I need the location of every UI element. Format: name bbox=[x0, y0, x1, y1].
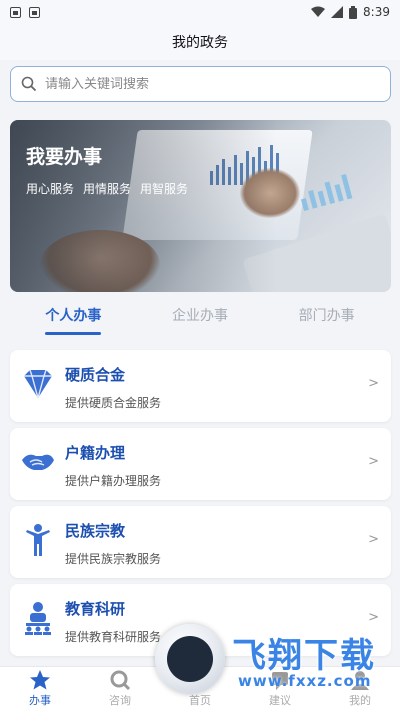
watermark: 飞翔下载 www.fxxz.com bbox=[150, 622, 400, 702]
search-input[interactable] bbox=[45, 76, 380, 92]
tab-enterprise[interactable]: 企业办事 bbox=[172, 301, 228, 329]
signal-icon bbox=[331, 6, 344, 18]
handshake-icon bbox=[22, 454, 54, 470]
battery-icon bbox=[349, 5, 358, 19]
image-notification-icon bbox=[10, 6, 21, 18]
banner-tag: 用情服务 bbox=[83, 182, 132, 196]
banner-tag: 用智服务 bbox=[140, 182, 189, 196]
service-title: 民族宗教 bbox=[65, 522, 126, 540]
service-title: 户籍办理 bbox=[65, 444, 126, 462]
service-list: 硬质合金 提供硬质合金服务 > 户籍办理 提供户籍办理服务 > 民族宗教 提供民… bbox=[10, 350, 391, 662]
service-item-carbide[interactable]: 硬质合金 提供硬质合金服务 > bbox=[10, 350, 391, 422]
person-icon bbox=[26, 524, 50, 556]
app-notification-icon bbox=[29, 6, 40, 18]
service-title: 硬质合金 bbox=[65, 366, 126, 384]
notification-icons bbox=[10, 6, 40, 18]
chevron-right-icon: > bbox=[368, 532, 379, 547]
watermark-url: www.fxxz.com bbox=[238, 672, 372, 690]
service-desc: 提供民族宗教服务 bbox=[65, 552, 162, 566]
service-desc: 提供硬质合金服务 bbox=[65, 396, 162, 410]
service-item-household[interactable]: 户籍办理 提供户籍办理服务 > bbox=[10, 428, 391, 500]
banner-tags: 用心服务 用情服务 用智服务 bbox=[26, 180, 188, 197]
teacher-icon bbox=[25, 602, 51, 635]
chevron-right-icon: > bbox=[368, 376, 379, 391]
diamond-icon bbox=[24, 369, 52, 399]
page-title: 我的政务 bbox=[172, 35, 228, 51]
service-title: 教育科研 bbox=[65, 600, 126, 618]
status-bar: 8:39 bbox=[0, 0, 400, 24]
banner[interactable]: 我要办事 用心服务 用情服务 用智服务 bbox=[10, 120, 391, 292]
system-indicators: 8:39 bbox=[311, 5, 390, 19]
watermark-title: 飞翔下载 bbox=[232, 636, 376, 676]
tab-personal[interactable]: 个人办事 bbox=[45, 301, 101, 329]
title-bar: 我的政务 bbox=[0, 24, 400, 60]
chevron-right-icon: > bbox=[368, 454, 379, 469]
service-desc: 提供教育科研服务 bbox=[65, 630, 162, 644]
nav-item-services[interactable]: 办事 bbox=[10, 669, 70, 708]
search-icon bbox=[110, 670, 131, 691]
clock-text: 8:39 bbox=[363, 5, 390, 19]
watermark-logo bbox=[155, 624, 225, 694]
nav-label: 咨询 bbox=[109, 694, 131, 707]
search-icon bbox=[21, 76, 37, 92]
service-desc: 提供户籍办理服务 bbox=[65, 474, 162, 488]
banner-title: 我要办事 bbox=[26, 146, 103, 168]
star-icon bbox=[30, 670, 50, 690]
tab-department[interactable]: 部门办事 bbox=[299, 301, 355, 329]
banner-tag: 用心服务 bbox=[26, 182, 75, 196]
wifi-icon bbox=[311, 6, 326, 17]
category-tabs: 个人办事 企业办事 部门办事 bbox=[0, 298, 400, 332]
service-item-ethnic-religion[interactable]: 民族宗教 提供民族宗教服务 > bbox=[10, 506, 391, 578]
search-bar[interactable] bbox=[10, 66, 391, 102]
nav-label: 办事 bbox=[29, 694, 51, 707]
nav-item-consult[interactable]: 咨询 bbox=[90, 669, 150, 708]
